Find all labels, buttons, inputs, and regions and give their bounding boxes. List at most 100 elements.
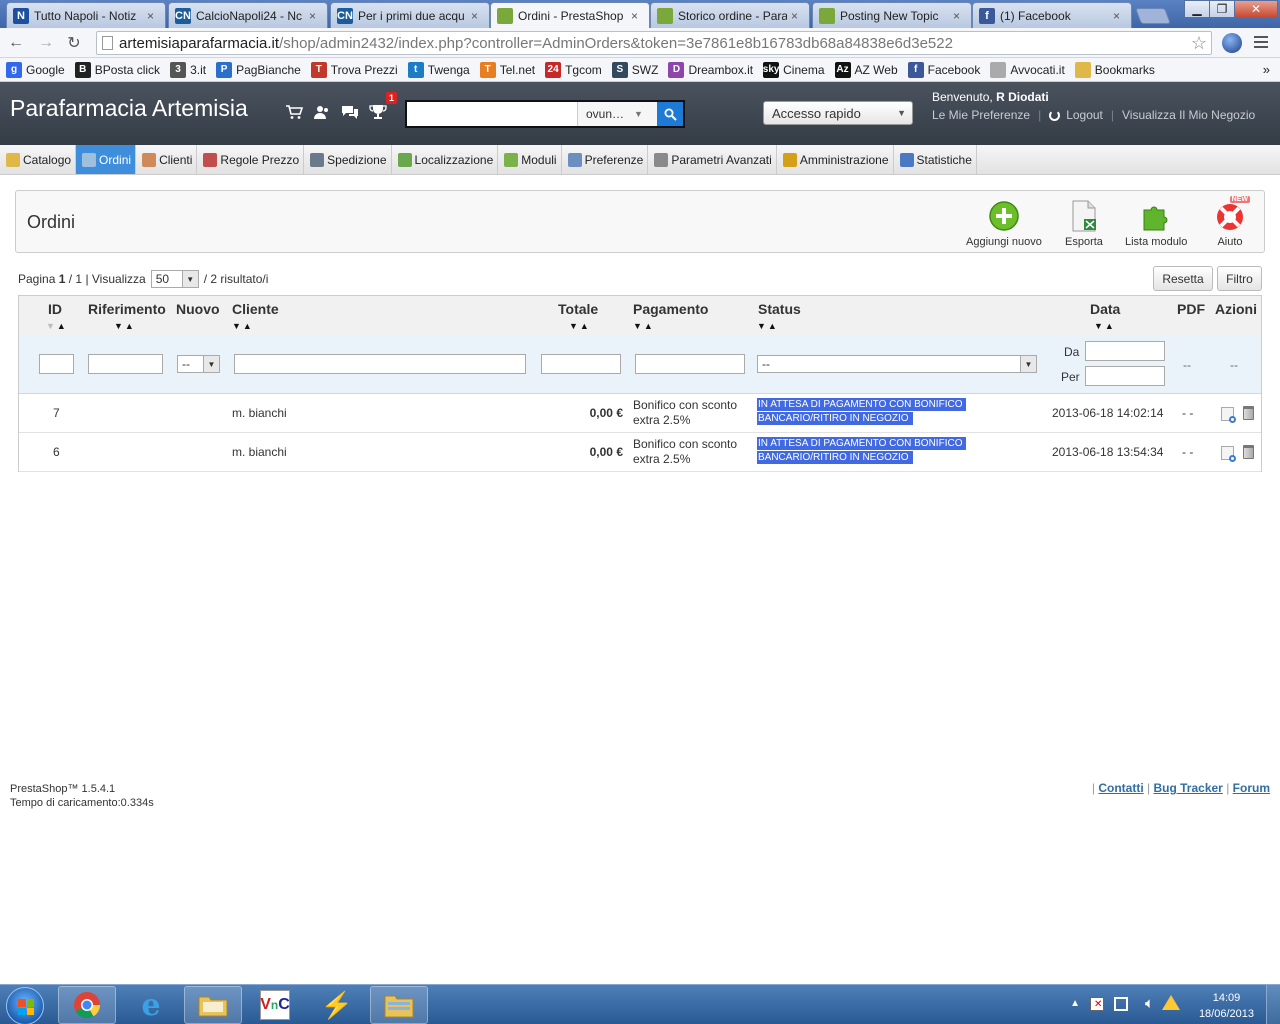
bug-tracker-link[interactable]: Bug Tracker — [1153, 781, 1222, 795]
search-scope-select[interactable]: ovun… ▼ — [577, 102, 657, 126]
bookmark-item[interactable]: sky Cinema — [763, 61, 825, 78]
reset-button[interactable]: Resetta — [1153, 266, 1213, 291]
sort-arrows-icon[interactable]: ▼▲ — [633, 321, 655, 331]
forward-button[interactable]: → — [36, 33, 56, 53]
chrome-menu-icon[interactable] — [1254, 36, 1268, 48]
bookmark-item[interactable]: T Tel.net — [479, 61, 535, 78]
extension-globe-icon[interactable] — [1222, 33, 1242, 53]
view-details-icon[interactable] — [1221, 407, 1236, 423]
filter-new-select[interactable]: -- ▼ — [177, 355, 220, 373]
new-messages-icon[interactable] — [340, 102, 360, 122]
add-new-button[interactable]: Aggiungi nuovo — [966, 200, 1042, 248]
bookmark-item[interactable]: D Dreambox.it — [668, 61, 753, 78]
table-row[interactable]: 7 m. bianchi 0,00 € Bonifico con sconto extr… — [19, 394, 1261, 433]
forum-link[interactable]: Forum — [1233, 781, 1270, 795]
search-button[interactable] — [657, 102, 683, 126]
browser-tab[interactable]: Posting New Topic × — [812, 2, 972, 28]
filter-total-input[interactable] — [541, 354, 621, 374]
new-orders-cart-icon[interactable] — [284, 102, 304, 122]
delete-trash-icon[interactable] — [1243, 406, 1254, 420]
help-button[interactable]: NEW Aiuto — [1214, 196, 1250, 248]
bookmark-item[interactable]: B BPosta click — [74, 61, 160, 78]
browser-tab[interactable]: CN Per i primi due acqu × — [330, 2, 490, 28]
close-tab-icon[interactable]: × — [147, 9, 159, 23]
menu-item[interactable]: Amministrazione — [777, 145, 894, 174]
menu-item[interactable]: Statistiche — [894, 145, 977, 174]
menu-item[interactable]: Catalogo — [0, 145, 77, 174]
winamp-icon[interactable]: ⚡ — [308, 986, 366, 1024]
menu-item[interactable]: Spedizione — [304, 145, 392, 174]
logout-link[interactable]: Logout — [1066, 108, 1103, 122]
filter-reference-input[interactable] — [88, 354, 163, 374]
sort-arrows-icon[interactable]: ▼▲ — [757, 321, 779, 331]
menu-item[interactable]: Clienti — [136, 145, 198, 174]
view-shop-link[interactable]: Visualizza Il Mio Negozio — [1122, 108, 1255, 122]
menu-item[interactable]: Ordini — [76, 145, 137, 174]
new-tab-button[interactable] — [1135, 8, 1171, 24]
filter-date-from-input[interactable] — [1085, 341, 1165, 361]
filter-button[interactable]: Filtro — [1217, 266, 1262, 291]
bookmark-item[interactable]: Bookmarks — [1074, 61, 1155, 78]
bookmark-item[interactable]: t Twenga — [407, 61, 470, 78]
sort-arrows-icon[interactable]: ▼▲ — [232, 321, 254, 331]
bookmark-item[interactable]: 3 3.it — [170, 61, 206, 78]
network-icon[interactable] — [1114, 997, 1128, 1011]
sort-arrows-icon[interactable]: ▼▲ — [46, 321, 68, 331]
close-tab-icon[interactable]: × — [791, 9, 803, 23]
google-drive-icon[interactable] — [1162, 995, 1180, 1010]
filter-date-to-input[interactable] — [1085, 366, 1165, 386]
close-window-button[interactable]: ✕ — [1234, 0, 1278, 18]
close-tab-icon[interactable]: × — [953, 9, 965, 23]
browser-tab[interactable]: CN CalcioNapoli24 - Nc × — [168, 2, 328, 28]
delete-trash-icon[interactable] — [1243, 445, 1254, 459]
export-button[interactable]: Esporta — [1065, 200, 1103, 248]
close-tab-icon[interactable]: × — [1113, 9, 1125, 23]
my-preferences-link[interactable]: Le Mie Preferenze — [932, 108, 1030, 122]
bookmark-item[interactable]: g Google — [6, 61, 65, 78]
contacts-link[interactable]: Contatti — [1098, 781, 1143, 795]
internet-explorer-icon[interactable]: e — [122, 986, 180, 1024]
filter-customer-input[interactable] — [234, 354, 526, 374]
new-customers-icon[interactable] — [312, 102, 332, 122]
per-page-select[interactable]: 50 ▼ — [150, 270, 199, 288]
quick-access-select[interactable]: Accesso rapido ▼ — [763, 101, 913, 125]
browser-tab[interactable]: Storico ordine - Para × — [650, 2, 810, 28]
menu-item[interactable]: Moduli — [498, 145, 562, 174]
address-bar[interactable]: artemisiaparafarmacia.it/shop/admin2432/… — [96, 31, 1212, 55]
bookmark-item[interactable]: P PagBianche — [216, 61, 301, 78]
minimize-button[interactable]: ▁ — [1184, 0, 1210, 18]
explorer-folder-icon[interactable] — [184, 986, 242, 1024]
action-center-icon[interactable]: ✕ — [1090, 997, 1104, 1011]
sort-arrows-icon[interactable]: ▼▲ — [114, 321, 136, 331]
sort-arrows-icon[interactable]: ▼▲ — [1094, 321, 1116, 331]
bookmark-item[interactable]: f Facebook — [907, 61, 980, 78]
bookmark-item[interactable]: 24 Tgcom — [545, 61, 602, 78]
bookmark-item[interactable]: Avvocati.it — [990, 61, 1065, 78]
start-button[interactable] — [6, 987, 44, 1024]
menu-item[interactable]: Localizzazione — [392, 145, 499, 174]
view-details-icon[interactable] — [1221, 446, 1236, 462]
filter-status-select[interactable]: -- ▼ — [757, 355, 1037, 373]
show-desktop-button[interactable] — [1266, 985, 1280, 1024]
shop-name[interactable]: Parafarmacia Artemisia — [10, 95, 248, 122]
reload-button[interactable]: ↻ — [64, 33, 84, 53]
maximize-button[interactable]: ❐ — [1209, 0, 1235, 18]
filter-payment-input[interactable] — [635, 354, 745, 374]
close-tab-icon[interactable]: × — [631, 9, 643, 23]
file-manager-icon[interactable] — [370, 986, 428, 1024]
sort-arrows-icon[interactable]: ▼▲ — [569, 321, 591, 331]
vnc-icon[interactable]: VnC — [246, 986, 304, 1024]
tray-overflow-icon[interactable]: ▲ — [1070, 998, 1080, 1009]
bookmark-item[interactable]: S SWZ — [611, 61, 658, 78]
search-input[interactable] — [407, 102, 577, 126]
browser-tab[interactable]: Ordini - PrestaShop × — [490, 2, 650, 28]
close-tab-icon[interactable]: × — [471, 9, 483, 23]
modules-list-button[interactable]: Lista modulo — [1125, 200, 1187, 248]
browser-tab[interactable]: N Tutto Napoli - Notiz × — [6, 2, 166, 28]
bookmark-item[interactable]: Az AZ Web — [834, 61, 898, 78]
back-button[interactable]: ← — [6, 33, 26, 53]
menu-item[interactable]: Regole Prezzo — [197, 145, 305, 174]
trophy-icon[interactable]: 1 — [368, 92, 397, 122]
more-bookmarks-icon[interactable]: » — [1263, 62, 1270, 77]
chrome-icon[interactable] — [58, 986, 116, 1024]
